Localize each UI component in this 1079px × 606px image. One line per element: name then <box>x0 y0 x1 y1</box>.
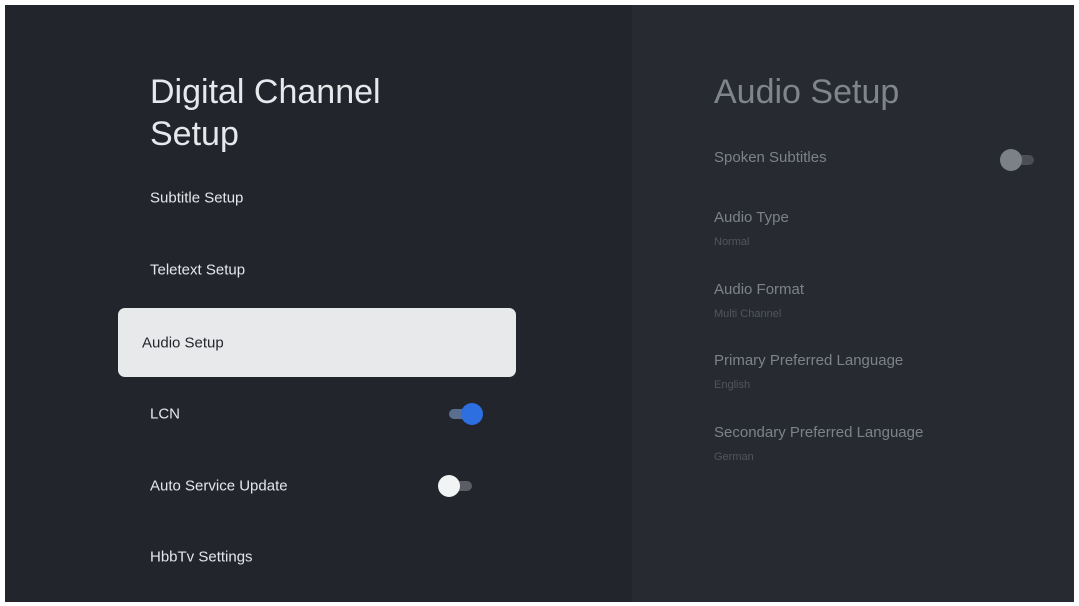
menu-item-subtitle-setup[interactable]: Subtitle Setup <box>118 163 516 232</box>
setting-audio-type[interactable]: Audio Type Normal <box>714 209 1054 249</box>
setting-label: Audio Format <box>714 281 805 298</box>
menu-item-label: Teletext Setup <box>150 261 246 278</box>
setting-value: Multi Channel <box>714 308 782 320</box>
auto-service-update-toggle[interactable] <box>438 474 476 497</box>
audio-setup-preview-panel: Audio Setup Spoken Subtitles Audio Type … <box>632 5 1074 602</box>
toggle-knob <box>438 474 460 497</box>
setting-secondary-preferred-language[interactable]: Secondary Preferred Language German <box>714 424 1054 464</box>
setting-value: Normal <box>714 236 750 248</box>
menu-item-lcn[interactable]: LCN <box>118 379 516 448</box>
setting-value: German <box>714 451 754 463</box>
lcn-toggle[interactable] <box>445 402 483 425</box>
menu-item-teletext-setup[interactable]: Teletext Setup <box>118 235 516 304</box>
menu-item-label: Audio Setup <box>142 334 224 351</box>
tv-settings-screen: Digital Channel Setup Subtitle Setup Tel… <box>5 5 1074 602</box>
menu-item-label: Subtitle Setup <box>150 189 244 206</box>
menu-item-label: LCN <box>150 405 181 422</box>
spoken-subtitles-toggle[interactable] <box>1000 149 1038 171</box>
setting-label: Primary Preferred Language <box>714 352 904 369</box>
setting-label: Audio Type <box>714 209 789 226</box>
menu-title: Digital Channel Setup <box>150 73 381 153</box>
setting-audio-format[interactable]: Audio Format Multi Channel <box>714 281 1054 321</box>
menu-item-hbbtv-settings[interactable]: HbbTv Settings <box>118 522 516 591</box>
menu-item-auto-service-update[interactable]: Auto Service Update <box>118 451 516 520</box>
toggle-knob <box>1000 149 1022 171</box>
menu-item-audio-setup[interactable]: Audio Setup <box>118 308 516 377</box>
setting-value: English <box>714 379 751 391</box>
setting-label: Secondary Preferred Language <box>714 424 924 441</box>
toggle-knob <box>461 402 483 425</box>
preview-title: Audio Setup <box>714 73 900 111</box>
settings-menu-panel: Digital Channel Setup Subtitle Setup Tel… <box>5 5 632 602</box>
setting-primary-preferred-language[interactable]: Primary Preferred Language English <box>714 352 1054 392</box>
menu-item-label: HbbTv Settings <box>150 548 253 565</box>
menu-item-label: Auto Service Update <box>150 477 288 494</box>
